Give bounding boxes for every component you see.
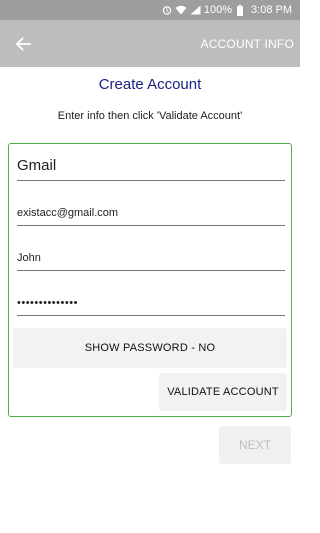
- email-field[interactable]: existacc@gmail.com: [17, 202, 285, 226]
- status-bar: 100% 3:08 PM: [0, 0, 300, 20]
- alarm-icon: [162, 5, 172, 15]
- app-bar: ACCOUNT INFO: [0, 20, 300, 67]
- battery-icon: [237, 4, 244, 16]
- password-value: ••••••••••••••: [17, 297, 78, 309]
- app-bar-title: ACCOUNT INFO: [200, 36, 294, 51]
- page-title: Create Account: [98, 76, 202, 93]
- next-button[interactable]: NEXT: [219, 426, 291, 464]
- name-field[interactable]: John: [17, 247, 285, 271]
- account-form-card: Gmail existacc@gmail.com John ••••••••••…: [8, 143, 292, 417]
- email-value: existacc@gmail.com: [17, 207, 119, 219]
- status-time: 3:08 PM: [251, 4, 292, 16]
- password-field[interactable]: ••••••••••••••: [17, 292, 285, 316]
- instructions-text: Enter info then click 'Validate Account': [57, 110, 243, 122]
- status-icons: 100%: [162, 4, 244, 16]
- validate-account-button[interactable]: VALIDATE ACCOUNT: [159, 373, 287, 411]
- provider-value: Gmail: [17, 157, 57, 174]
- wifi-icon: [175, 5, 187, 15]
- show-password-button[interactable]: SHOW PASSWORD - NO: [13, 328, 287, 368]
- arrow-left-icon[interactable]: [12, 33, 34, 55]
- name-value: John: [17, 252, 41, 264]
- provider-field[interactable]: Gmail: [17, 156, 285, 181]
- lte-signal-icon: [190, 5, 201, 15]
- battery-percent: 100%: [203, 4, 233, 16]
